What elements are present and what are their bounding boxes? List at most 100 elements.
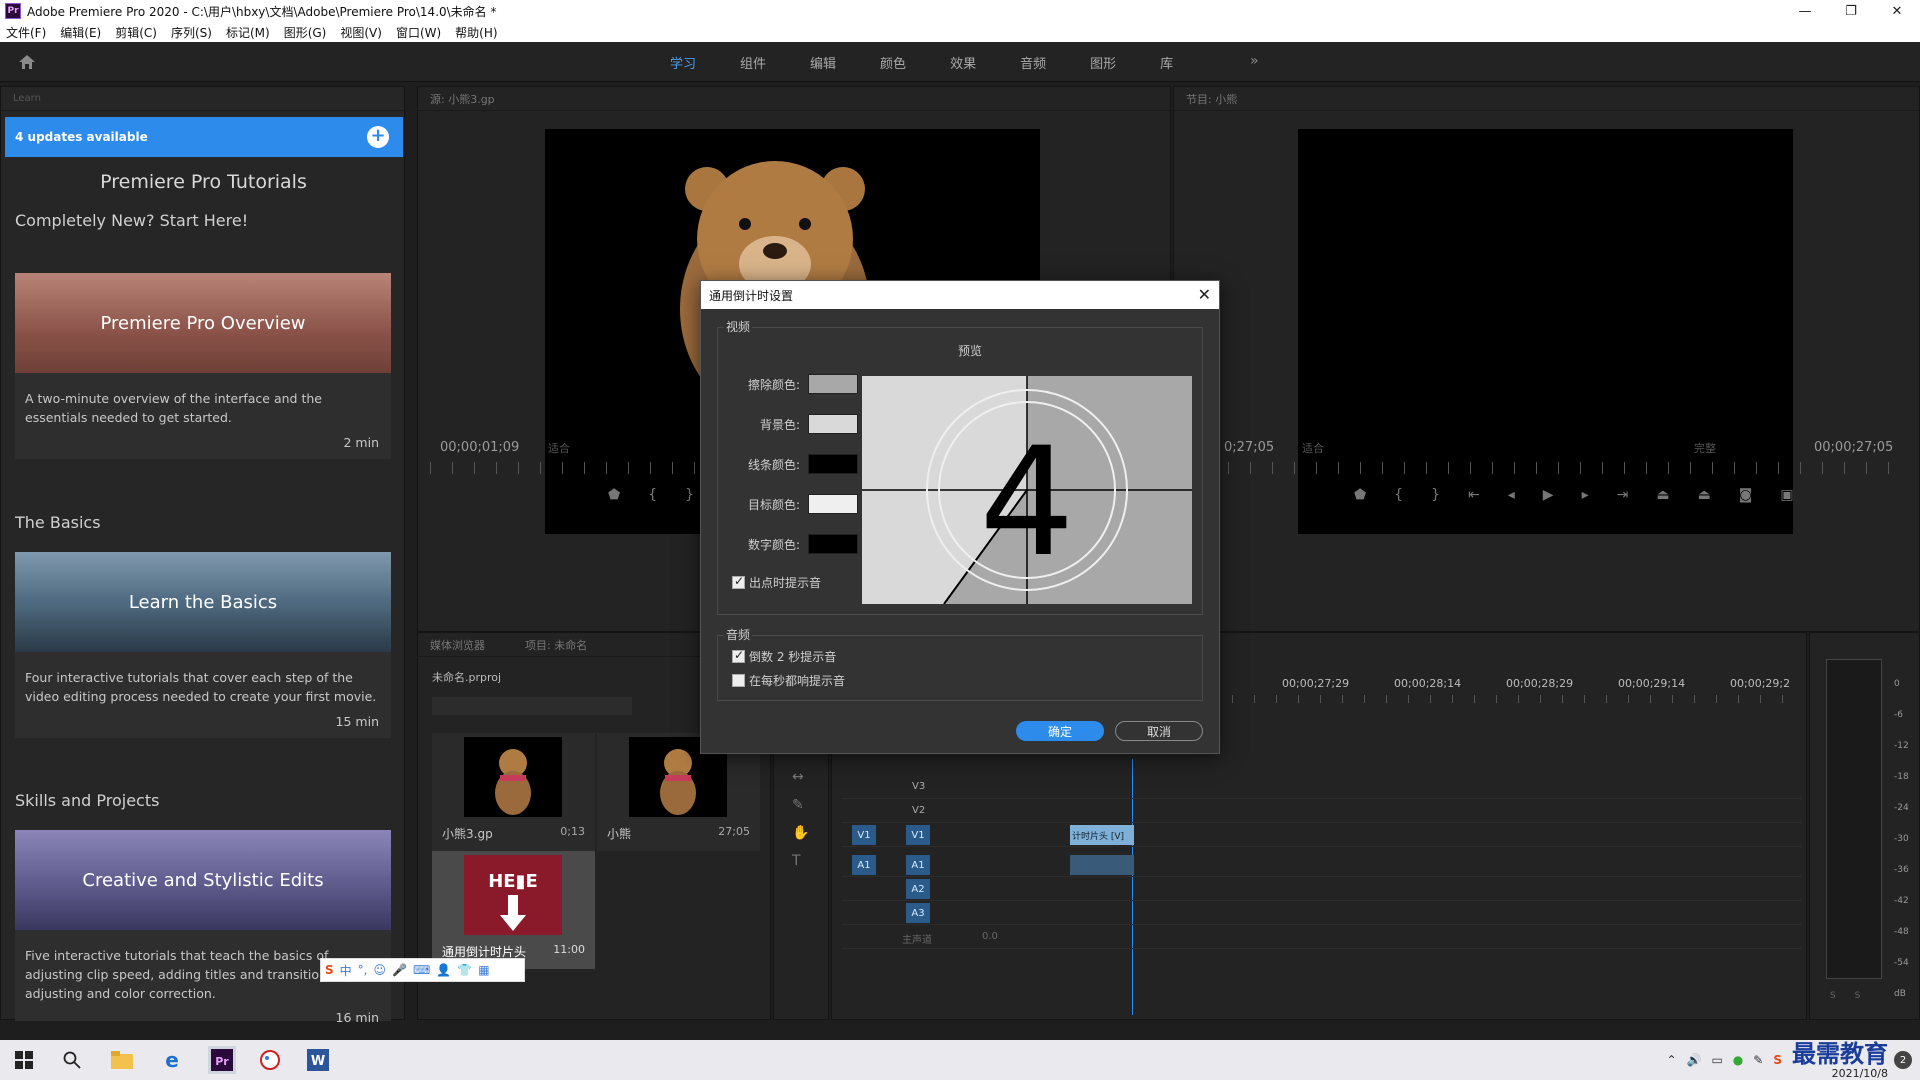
source-patch-v1[interactable]: V1 — [852, 825, 876, 845]
paint-app-icon[interactable] — [258, 1048, 282, 1072]
volume-icon[interactable]: 🔊 — [1687, 1053, 1702, 1067]
program-timecode-right[interactable]: 00;00;27;05 — [1814, 440, 1893, 455]
extract-icon[interactable]: ⏏ — [1698, 487, 1711, 503]
pen-icon[interactable]: ✎ — [792, 791, 809, 819]
tab-libraries[interactable]: 库 — [1160, 53, 1173, 72]
tab-effects[interactable]: 效果 — [950, 53, 976, 72]
tutorial-card-overview[interactable]: Premiere Pro Overview A two-minute overv… — [15, 273, 391, 459]
cue-out-checkbox-row[interactable]: 出点时提示音 — [732, 574, 821, 591]
timeline-audio-clip[interactable] — [1070, 855, 1134, 875]
mark-out-icon[interactable]: } — [1431, 487, 1440, 503]
cue-2sec-checkbox-row[interactable]: 倒数 2 秒提示音 — [732, 648, 836, 665]
project-item[interactable]: 小熊3.gp 0;13 — [432, 733, 595, 851]
lift-icon[interactable]: ⏏ — [1656, 487, 1669, 503]
master-value[interactable]: 0.0 — [982, 931, 998, 942]
solo-button[interactable]: S — [1855, 991, 1861, 1001]
ime-emoji-icon[interactable]: ☺ — [374, 963, 387, 977]
solo-button[interactable]: S — [1830, 991, 1836, 1001]
file-explorer-icon[interactable] — [110, 1048, 134, 1072]
program-fit-dropdown[interactable]: 适合 — [1302, 440, 1324, 456]
menu-file[interactable]: 文件(F) — [6, 24, 46, 41]
track-target-a3[interactable]: A3 — [906, 903, 930, 923]
mark-in-icon[interactable]: { — [1394, 487, 1403, 503]
search-icon[interactable] — [60, 1048, 84, 1072]
add-updates-button[interactable]: + — [367, 126, 389, 148]
type-icon[interactable]: T — [792, 847, 809, 875]
word-icon[interactable]: W — [306, 1048, 330, 1072]
ime-toolbox-icon[interactable]: ▦ — [478, 963, 489, 977]
tab-audio[interactable]: 音频 — [1020, 53, 1046, 72]
tray-chevron-icon[interactable]: ⌃ — [1666, 1053, 1676, 1067]
menu-sequence[interactable]: 序列(S) — [171, 24, 212, 41]
security-icon[interactable]: ● — [1733, 1053, 1743, 1067]
menu-view[interactable]: 视图(V) — [340, 24, 382, 41]
tab-learn[interactable]: 学习 — [670, 53, 696, 72]
ime-chinese-toggle[interactable]: 中 — [340, 962, 352, 979]
maximize-button[interactable]: ❐ — [1828, 0, 1874, 22]
cue-2sec-checkbox[interactable] — [732, 648, 745, 663]
home-icon[interactable] — [18, 54, 36, 70]
tutorial-card-creative[interactable]: Creative and Stylistic Edits Five intera… — [15, 830, 391, 1025]
updates-banner[interactable]: 4 updates available + — [5, 117, 403, 157]
tab-assembly[interactable]: 组件 — [740, 53, 766, 72]
menu-edit[interactable]: 编辑(E) — [60, 24, 101, 41]
mark-out-icon[interactable]: } — [685, 487, 694, 503]
track-select-icon[interactable]: ↔ — [792, 763, 809, 791]
sogou-tray-icon[interactable]: S — [1773, 1053, 1782, 1067]
track-target-a2[interactable]: A2 — [906, 879, 930, 899]
ok-button[interactable]: 确定 — [1016, 721, 1104, 741]
mark-in-icon[interactable]: { — [648, 487, 657, 503]
windows-start-icon[interactable] — [12, 1048, 36, 1072]
network-icon[interactable]: ▭ — [1711, 1053, 1722, 1067]
target-color-swatch[interactable] — [808, 494, 858, 514]
timeline-clip[interactable]: 计时片头 [V] — [1070, 825, 1134, 845]
track-target-v1[interactable]: V1 — [906, 825, 930, 845]
source-patch-a1[interactable]: A1 — [852, 855, 876, 875]
tab-graphics[interactable]: 图形 — [1090, 53, 1116, 72]
go-to-in-icon[interactable]: ⇤ — [1468, 487, 1480, 503]
program-timecode-left[interactable]: 0;27;05 — [1224, 440, 1274, 455]
cue-each-checkbox-row[interactable]: 在每秒都响提示音 — [732, 672, 845, 689]
hand-icon[interactable]: ✋ — [792, 819, 809, 847]
add-marker-icon[interactable]: ⬟ — [608, 487, 620, 503]
go-to-out-icon[interactable]: ⇥ — [1617, 487, 1629, 503]
step-back-icon[interactable]: ◂ — [1508, 487, 1515, 503]
project-item-selected[interactable]: HE▮E 通用倒计时片头 11:00 — [432, 851, 595, 969]
menu-help[interactable]: 帮助(H) — [455, 24, 497, 41]
track-target-a1[interactable]: A1 — [906, 855, 930, 875]
close-button[interactable]: ✕ — [1874, 0, 1920, 22]
compare-icon[interactable]: ▣ — [1780, 487, 1793, 503]
timeline-ruler[interactable] — [1232, 695, 1792, 703]
premiere-taskbar-icon[interactable]: Pr — [208, 1046, 236, 1074]
ime-keyboard-icon[interactable]: ⌨ — [413, 963, 430, 977]
menu-graphics[interactable]: 图形(G) — [284, 24, 327, 41]
edge-browser-icon[interactable]: e — [160, 1048, 184, 1072]
more-workspaces-icon[interactable]: » — [1250, 53, 1259, 69]
tab-editing[interactable]: 编辑 — [810, 53, 836, 72]
ime-skin-icon[interactable]: 👕 — [457, 963, 472, 977]
line-color-swatch[interactable] — [808, 454, 858, 474]
menu-window[interactable]: 窗口(W) — [396, 24, 441, 41]
menu-clip[interactable]: 剪辑(C) — [115, 24, 157, 41]
ime-voice-icon[interactable]: 🎤 — [392, 963, 407, 977]
tab-media-browser[interactable]: 媒体浏览器 — [430, 637, 485, 653]
dialog-close-icon[interactable]: ✕ — [1198, 285, 1211, 304]
step-forward-icon[interactable]: ▸ — [1582, 487, 1589, 503]
cue-out-checkbox[interactable] — [732, 574, 745, 589]
add-marker-icon[interactable]: ⬟ — [1354, 487, 1366, 503]
project-search-input[interactable] — [432, 697, 632, 715]
input-icon[interactable]: ✎ — [1753, 1053, 1763, 1067]
digit-color-swatch[interactable] — [808, 534, 858, 554]
cue-each-checkbox[interactable] — [732, 674, 745, 687]
sogou-icon[interactable]: S — [325, 963, 334, 977]
wipe-color-swatch[interactable] — [808, 374, 858, 394]
program-quality-dropdown[interactable]: 完整 — [1694, 440, 1716, 456]
program-time-ruler[interactable] — [1184, 462, 1904, 474]
play-icon[interactable]: ▶ — [1543, 487, 1554, 503]
ime-user-icon[interactable]: 👤 — [436, 963, 451, 977]
ime-punctuation-toggle[interactable]: °, — [358, 963, 368, 977]
notification-badge[interactable]: 2 — [1894, 1051, 1912, 1069]
tab-project[interactable]: 项目: 未命名 — [525, 637, 587, 653]
cancel-button[interactable]: 取消 — [1115, 721, 1203, 741]
source-timecode[interactable]: 00;00;01;09 — [440, 440, 519, 455]
